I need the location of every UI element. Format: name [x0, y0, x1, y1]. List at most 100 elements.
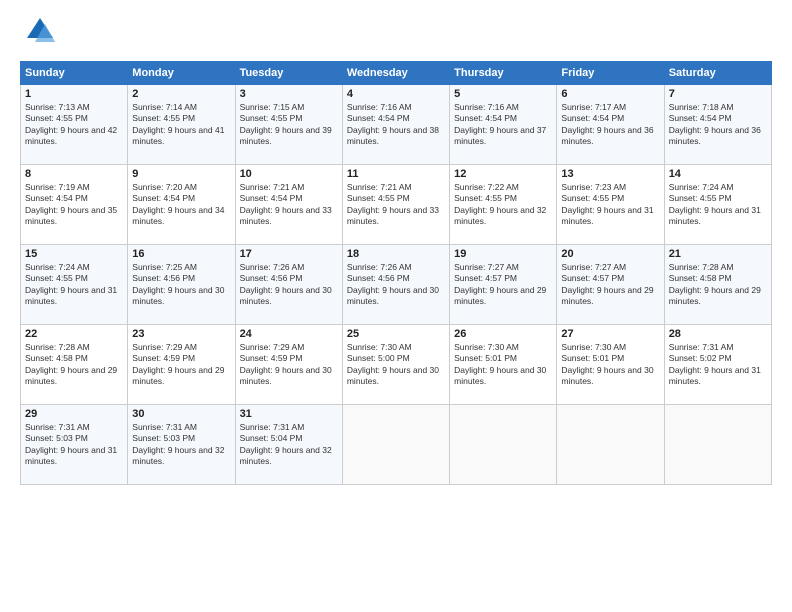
day-info: Sunrise: 7:24 AMSunset: 4:55 PMDaylight:… — [669, 182, 761, 226]
calendar-cell: 25 Sunrise: 7:30 AMSunset: 5:00 PMDaylig… — [342, 325, 449, 405]
day-number: 5 — [454, 88, 552, 100]
col-sunday: Sunday — [21, 62, 128, 85]
calendar-cell: 11 Sunrise: 7:21 AMSunset: 4:55 PMDaylig… — [342, 165, 449, 245]
page: Sunday Monday Tuesday Wednesday Thursday… — [0, 0, 792, 612]
col-tuesday: Tuesday — [235, 62, 342, 85]
day-number: 27 — [561, 328, 659, 340]
day-info: Sunrise: 7:28 AMSunset: 4:58 PMDaylight:… — [669, 262, 761, 306]
day-info: Sunrise: 7:13 AMSunset: 4:55 PMDaylight:… — [25, 102, 117, 146]
day-info: Sunrise: 7:19 AMSunset: 4:54 PMDaylight:… — [25, 182, 117, 226]
day-number: 19 — [454, 248, 552, 260]
calendar-cell — [342, 405, 449, 485]
calendar-cell: 6 Sunrise: 7:17 AMSunset: 4:54 PMDayligh… — [557, 85, 664, 165]
day-info: Sunrise: 7:29 AMSunset: 4:59 PMDaylight:… — [132, 342, 224, 386]
day-number: 26 — [454, 328, 552, 340]
calendar-cell: 23 Sunrise: 7:29 AMSunset: 4:59 PMDaylig… — [128, 325, 235, 405]
calendar-cell: 22 Sunrise: 7:28 AMSunset: 4:58 PMDaylig… — [21, 325, 128, 405]
day-number: 6 — [561, 88, 659, 100]
day-info: Sunrise: 7:20 AMSunset: 4:54 PMDaylight:… — [132, 182, 224, 226]
calendar-cell: 9 Sunrise: 7:20 AMSunset: 4:54 PMDayligh… — [128, 165, 235, 245]
day-info: Sunrise: 7:17 AMSunset: 4:54 PMDaylight:… — [561, 102, 653, 146]
col-friday: Friday — [557, 62, 664, 85]
day-info: Sunrise: 7:29 AMSunset: 4:59 PMDaylight:… — [240, 342, 332, 386]
day-number: 8 — [25, 168, 123, 180]
day-info: Sunrise: 7:23 AMSunset: 4:55 PMDaylight:… — [561, 182, 653, 226]
day-info: Sunrise: 7:26 AMSunset: 4:56 PMDaylight:… — [347, 262, 439, 306]
col-wednesday: Wednesday — [342, 62, 449, 85]
day-info: Sunrise: 7:24 AMSunset: 4:55 PMDaylight:… — [25, 262, 117, 306]
calendar-cell: 28 Sunrise: 7:31 AMSunset: 5:02 PMDaylig… — [664, 325, 771, 405]
col-saturday: Saturday — [664, 62, 771, 85]
calendar-cell: 20 Sunrise: 7:27 AMSunset: 4:57 PMDaylig… — [557, 245, 664, 325]
calendar-header-row: Sunday Monday Tuesday Wednesday Thursday… — [21, 62, 772, 85]
header — [20, 16, 772, 51]
day-number: 21 — [669, 248, 767, 260]
calendar-cell: 16 Sunrise: 7:25 AMSunset: 4:56 PMDaylig… — [128, 245, 235, 325]
day-info: Sunrise: 7:21 AMSunset: 4:54 PMDaylight:… — [240, 182, 332, 226]
calendar-cell: 5 Sunrise: 7:16 AMSunset: 4:54 PMDayligh… — [450, 85, 557, 165]
calendar-cell: 27 Sunrise: 7:30 AMSunset: 5:01 PMDaylig… — [557, 325, 664, 405]
calendar-cell — [557, 405, 664, 485]
day-number: 3 — [240, 88, 338, 100]
day-number: 20 — [561, 248, 659, 260]
calendar-cell: 24 Sunrise: 7:29 AMSunset: 4:59 PMDaylig… — [235, 325, 342, 405]
day-number: 1 — [25, 88, 123, 100]
day-number: 24 — [240, 328, 338, 340]
day-number: 13 — [561, 168, 659, 180]
day-info: Sunrise: 7:21 AMSunset: 4:55 PMDaylight:… — [347, 182, 439, 226]
day-info: Sunrise: 7:18 AMSunset: 4:54 PMDaylight:… — [669, 102, 761, 146]
day-info: Sunrise: 7:28 AMSunset: 4:58 PMDaylight:… — [25, 342, 117, 386]
calendar-cell: 8 Sunrise: 7:19 AMSunset: 4:54 PMDayligh… — [21, 165, 128, 245]
calendar-cell: 30 Sunrise: 7:31 AMSunset: 5:03 PMDaylig… — [128, 405, 235, 485]
calendar-cell: 14 Sunrise: 7:24 AMSunset: 4:55 PMDaylig… — [664, 165, 771, 245]
calendar-cell: 3 Sunrise: 7:15 AMSunset: 4:55 PMDayligh… — [235, 85, 342, 165]
day-info: Sunrise: 7:26 AMSunset: 4:56 PMDaylight:… — [240, 262, 332, 306]
calendar-cell: 26 Sunrise: 7:30 AMSunset: 5:01 PMDaylig… — [450, 325, 557, 405]
day-info: Sunrise: 7:31 AMSunset: 5:03 PMDaylight:… — [25, 422, 117, 466]
day-number: 10 — [240, 168, 338, 180]
calendar-cell: 4 Sunrise: 7:16 AMSunset: 4:54 PMDayligh… — [342, 85, 449, 165]
day-info: Sunrise: 7:16 AMSunset: 4:54 PMDaylight:… — [454, 102, 546, 146]
calendar-cell — [450, 405, 557, 485]
day-info: Sunrise: 7:30 AMSunset: 5:01 PMDaylight:… — [454, 342, 546, 386]
calendar-cell: 29 Sunrise: 7:31 AMSunset: 5:03 PMDaylig… — [21, 405, 128, 485]
calendar-cell: 10 Sunrise: 7:21 AMSunset: 4:54 PMDaylig… — [235, 165, 342, 245]
day-info: Sunrise: 7:27 AMSunset: 4:57 PMDaylight:… — [561, 262, 653, 306]
day-number: 29 — [25, 408, 123, 420]
day-info: Sunrise: 7:30 AMSunset: 5:01 PMDaylight:… — [561, 342, 653, 386]
day-number: 28 — [669, 328, 767, 340]
day-info: Sunrise: 7:25 AMSunset: 4:56 PMDaylight:… — [132, 262, 224, 306]
day-number: 25 — [347, 328, 445, 340]
day-number: 31 — [240, 408, 338, 420]
day-number: 22 — [25, 328, 123, 340]
day-number: 12 — [454, 168, 552, 180]
day-number: 18 — [347, 248, 445, 260]
calendar-cell: 7 Sunrise: 7:18 AMSunset: 4:54 PMDayligh… — [664, 85, 771, 165]
day-number: 11 — [347, 168, 445, 180]
calendar: Sunday Monday Tuesday Wednesday Thursday… — [20, 61, 772, 485]
day-number: 7 — [669, 88, 767, 100]
calendar-cell: 15 Sunrise: 7:24 AMSunset: 4:55 PMDaylig… — [21, 245, 128, 325]
day-info: Sunrise: 7:31 AMSunset: 5:03 PMDaylight:… — [132, 422, 224, 466]
day-number: 17 — [240, 248, 338, 260]
day-info: Sunrise: 7:30 AMSunset: 5:00 PMDaylight:… — [347, 342, 439, 386]
day-number: 9 — [132, 168, 230, 180]
day-number: 14 — [669, 168, 767, 180]
day-info: Sunrise: 7:31 AMSunset: 5:04 PMDaylight:… — [240, 422, 332, 466]
col-thursday: Thursday — [450, 62, 557, 85]
logo — [20, 16, 55, 51]
calendar-cell: 12 Sunrise: 7:22 AMSunset: 4:55 PMDaylig… — [450, 165, 557, 245]
day-info: Sunrise: 7:16 AMSunset: 4:54 PMDaylight:… — [347, 102, 439, 146]
day-info: Sunrise: 7:31 AMSunset: 5:02 PMDaylight:… — [669, 342, 761, 386]
calendar-cell: 21 Sunrise: 7:28 AMSunset: 4:58 PMDaylig… — [664, 245, 771, 325]
calendar-cell: 1 Sunrise: 7:13 AMSunset: 4:55 PMDayligh… — [21, 85, 128, 165]
day-number: 23 — [132, 328, 230, 340]
calendar-cell: 19 Sunrise: 7:27 AMSunset: 4:57 PMDaylig… — [450, 245, 557, 325]
day-info: Sunrise: 7:27 AMSunset: 4:57 PMDaylight:… — [454, 262, 546, 306]
day-number: 30 — [132, 408, 230, 420]
day-number: 15 — [25, 248, 123, 260]
day-number: 2 — [132, 88, 230, 100]
day-info: Sunrise: 7:15 AMSunset: 4:55 PMDaylight:… — [240, 102, 332, 146]
calendar-cell: 13 Sunrise: 7:23 AMSunset: 4:55 PMDaylig… — [557, 165, 664, 245]
day-number: 4 — [347, 88, 445, 100]
